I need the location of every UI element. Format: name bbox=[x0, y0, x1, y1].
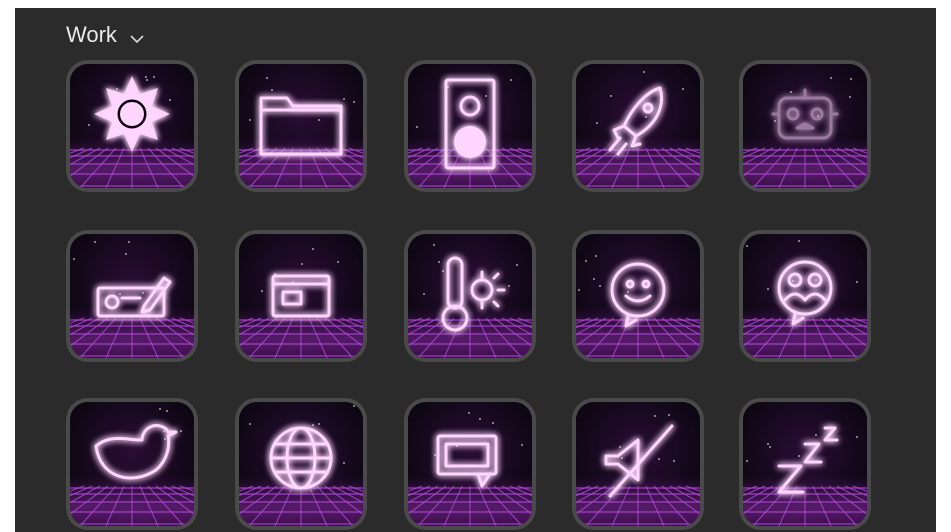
globe-icon bbox=[239, 402, 363, 526]
people-chat-icon bbox=[743, 234, 867, 358]
app-tile[interactable] bbox=[235, 230, 367, 362]
group-dropdown[interactable]: Work bbox=[66, 21, 145, 49]
robot-icon bbox=[743, 64, 867, 188]
window-card-icon bbox=[239, 234, 363, 358]
twitter-bird-icon bbox=[70, 402, 194, 526]
app-tile[interactable] bbox=[572, 398, 704, 530]
group-title: Work bbox=[66, 22, 117, 47]
app-tile[interactable] bbox=[739, 398, 871, 530]
app-tile[interactable] bbox=[66, 60, 198, 192]
app-tile[interactable] bbox=[404, 230, 536, 362]
app-tile[interactable] bbox=[404, 398, 536, 530]
smiley-chat-icon bbox=[576, 234, 700, 358]
check-sign-icon bbox=[70, 234, 194, 358]
chat-bubble-icon bbox=[408, 402, 532, 526]
mute-speaker-icon bbox=[576, 402, 700, 526]
app-tile[interactable] bbox=[235, 398, 367, 530]
app-tile[interactable] bbox=[66, 230, 198, 362]
app-tile[interactable] bbox=[739, 230, 871, 362]
folder-icon bbox=[239, 64, 363, 188]
sun-icon bbox=[70, 64, 194, 188]
thermometer-sun-icon bbox=[408, 234, 532, 358]
rocket-icon bbox=[576, 64, 700, 188]
speaker-icon bbox=[408, 64, 532, 188]
app-tile[interactable] bbox=[739, 60, 871, 192]
app-tile[interactable] bbox=[235, 60, 367, 192]
app-tile[interactable] bbox=[572, 230, 704, 362]
app-tile[interactable] bbox=[404, 60, 536, 192]
chevron-down-icon bbox=[129, 27, 145, 44]
sleep-zzz-icon bbox=[743, 402, 867, 526]
app-tile[interactable] bbox=[66, 398, 198, 530]
icon-group-panel: Work bbox=[15, 8, 936, 532]
app-tile[interactable] bbox=[572, 60, 704, 192]
